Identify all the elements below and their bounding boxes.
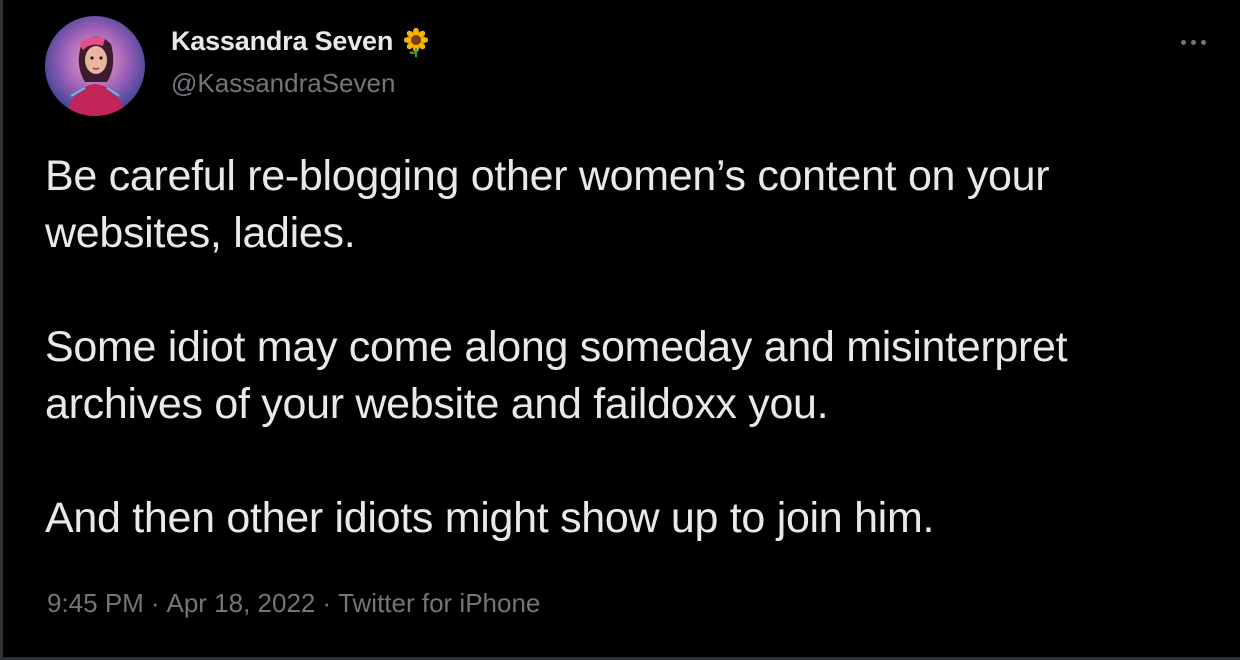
tweet-card: Kassandra Seven @KassandraSeven Be caref… bbox=[0, 0, 1240, 660]
tweet-line: Some idiot may come along someday and mi… bbox=[45, 323, 1068, 371]
tweet-line: archives of your website and faildoxx yo… bbox=[45, 380, 829, 428]
meta-separator: · bbox=[322, 588, 332, 618]
dot-icon bbox=[1180, 39, 1186, 45]
tweet-line: websites, ladies. bbox=[45, 209, 356, 257]
author-name-row[interactable]: Kassandra Seven bbox=[171, 26, 431, 57]
tweet-time[interactable]: 9:45 PM bbox=[47, 588, 144, 618]
tweet-paragraph: Some idiot may come along someday and mi… bbox=[45, 319, 1205, 433]
meta-separator: · bbox=[150, 588, 160, 618]
more-options-icon[interactable] bbox=[1171, 30, 1215, 54]
author-handle[interactable]: @KassandraSeven bbox=[171, 68, 395, 99]
tweet-date[interactable]: Apr 18, 2022 bbox=[167, 588, 316, 618]
tweet-line: Be careful re-blogging other women’s con… bbox=[45, 152, 1050, 200]
dot-icon bbox=[1190, 39, 1196, 45]
sunflower-icon bbox=[401, 27, 431, 57]
tweet-meta: 9:45 PM · Apr 18, 2022 · Twitter for iPhone bbox=[47, 588, 540, 619]
dot-icon bbox=[1200, 39, 1206, 45]
tweet-body: Be careful re-blogging other women’s con… bbox=[45, 148, 1205, 547]
tweet-source[interactable]: Twitter for iPhone bbox=[338, 588, 540, 618]
tweet-paragraph: And then other idiots might show up to j… bbox=[45, 490, 1205, 547]
tweet-paragraph: Be careful re-blogging other women’s con… bbox=[45, 148, 1205, 262]
display-name[interactable]: Kassandra Seven bbox=[171, 26, 393, 57]
profile-avatar[interactable] bbox=[45, 16, 145, 116]
tweet-line: And then other idiots might show up to j… bbox=[45, 494, 935, 542]
